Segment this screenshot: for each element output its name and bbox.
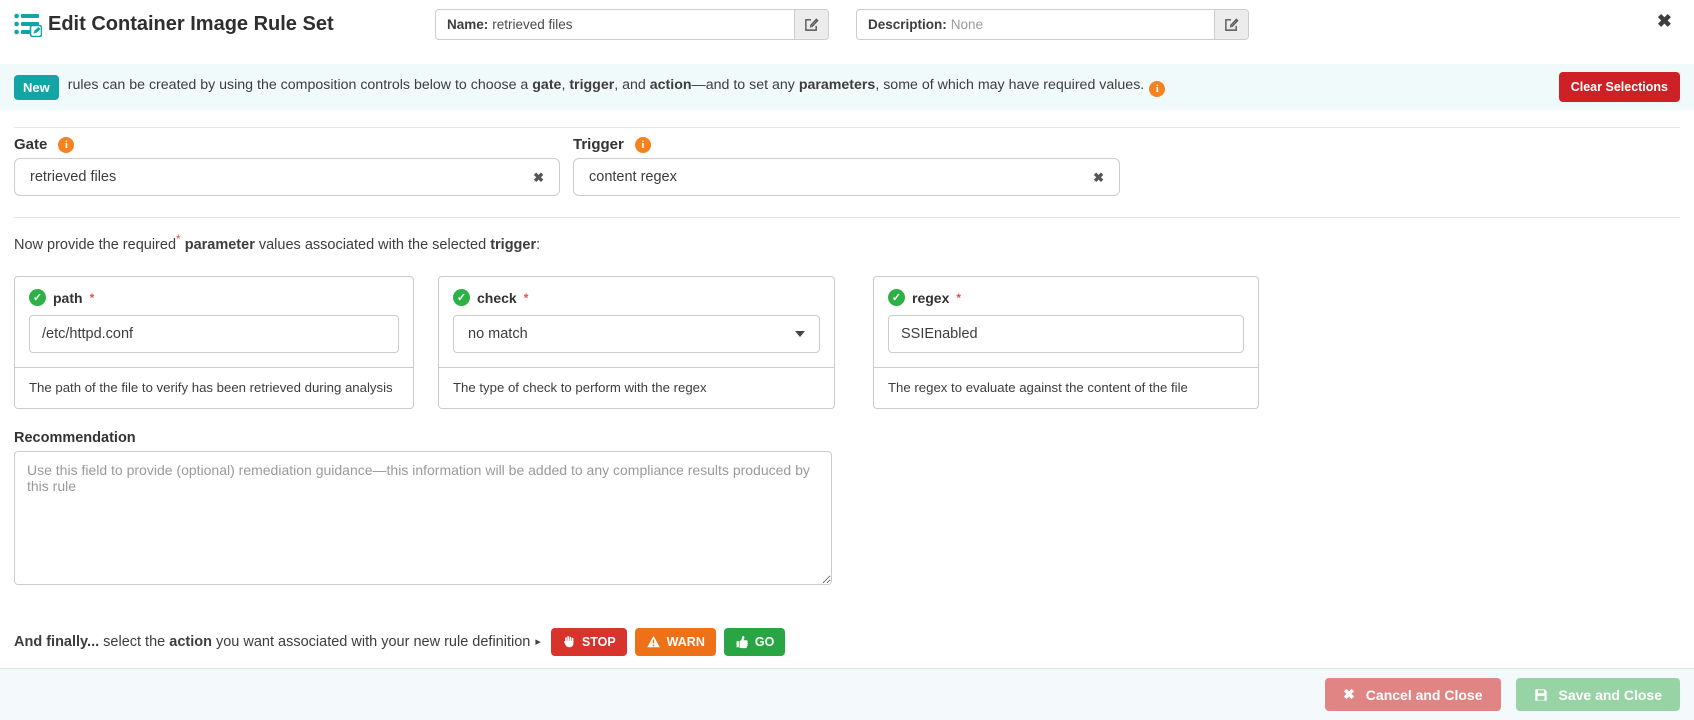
info-icon[interactable]: i	[58, 137, 74, 153]
chevron-down-icon	[795, 331, 805, 337]
check-dropdown-value: no match	[468, 326, 795, 342]
check-circle-icon: ✓	[888, 289, 905, 306]
info-icon[interactable]: i	[635, 137, 651, 153]
save-and-close-button[interactable]: Save and Close	[1516, 678, 1681, 711]
stop-action-button[interactable]: STOP	[551, 628, 627, 656]
warn-action-label: WARN	[667, 635, 705, 649]
parameter-description: The regex to evaluate against the conten…	[874, 367, 1258, 408]
gate-select[interactable]: retrieved files ✖	[14, 158, 560, 196]
check-dropdown[interactable]: no match	[453, 315, 820, 353]
description-field-label: Description:	[868, 17, 947, 32]
check-circle-icon: ✓	[29, 289, 46, 306]
edit-name-button[interactable]	[794, 9, 828, 40]
close-icon[interactable]: ✖	[1657, 12, 1672, 30]
gate-value: retrieved files	[30, 169, 533, 185]
info-icon[interactable]: i	[1149, 81, 1165, 97]
parameter-card-check: ✓ check* no match The type of check to p…	[438, 276, 835, 409]
x-icon: ✖	[1343, 686, 1355, 703]
go-action-label: GO	[755, 635, 774, 649]
parameter-label: regex	[912, 290, 949, 306]
divider	[14, 217, 1680, 218]
cancel-and-close-label: Cancel and Close	[1366, 687, 1483, 703]
name-field-value: retrieved files	[492, 17, 794, 32]
edit-icon	[1224, 17, 1239, 32]
trigger-value: content regex	[589, 169, 1093, 185]
warn-action-button[interactable]: WARN	[635, 628, 716, 656]
parameter-card-header: ✓ check*	[453, 289, 820, 306]
caret-right-icon: ▸	[535, 635, 541, 648]
header: Edit Container Image Rule Set Name: retr…	[0, 0, 1694, 48]
page-title: Edit Container Image Rule Set	[48, 0, 334, 48]
notice-text: rules can be created by using the compos…	[68, 77, 1166, 97]
save-and-close-label: Save and Close	[1559, 687, 1663, 703]
parameter-card-header: ✓ regex*	[888, 289, 1244, 306]
name-field-label: Name:	[447, 17, 488, 32]
action-row: And finally... select the action you wan…	[14, 627, 793, 656]
thumbs-up-icon	[735, 635, 749, 649]
trigger-label: Trigger i	[573, 136, 651, 153]
parameter-card-header: ✓ path*	[29, 289, 399, 306]
stop-action-label: STOP	[582, 635, 616, 649]
parameter-card-path: ✓ path* The path of the file to verify h…	[14, 276, 414, 409]
recommendation-textarea[interactable]	[14, 451, 832, 585]
footer-bar: ✖ Cancel and Close Save and Close	[0, 668, 1694, 720]
parameter-label: path	[53, 290, 83, 306]
save-icon	[1534, 688, 1548, 702]
new-badge: New	[14, 75, 59, 100]
hand-stop-icon	[562, 635, 576, 649]
parameter-label: check	[477, 290, 517, 306]
parameter-description: The type of check to perform with the re…	[439, 367, 834, 408]
check-circle-icon: ✓	[453, 289, 470, 306]
description-field[interactable]: Description: None	[856, 9, 1249, 40]
regex-input[interactable]	[888, 315, 1244, 353]
trigger-select[interactable]: content regex ✖	[573, 158, 1120, 196]
name-field[interactable]: Name: retrieved files	[435, 9, 829, 40]
parameter-card-regex: ✓ regex* The regex to evaluate against t…	[873, 276, 1259, 409]
parameters-intro: Now provide the required* parameter valu…	[14, 237, 540, 253]
required-asterisk: *	[176, 232, 181, 246]
description-field-value: None	[951, 17, 1214, 32]
clear-selections-button[interactable]: Clear Selections	[1559, 72, 1680, 102]
clear-gate-icon[interactable]: ✖	[533, 171, 544, 184]
rule-set-list-edit-icon	[14, 12, 42, 37]
notice-bar: New rules can be created by using the co…	[0, 64, 1694, 110]
path-input[interactable]	[29, 315, 399, 353]
action-intro-text: And finally... select the action you wan…	[14, 634, 530, 650]
go-action-button[interactable]: GO	[724, 628, 785, 656]
clear-trigger-icon[interactable]: ✖	[1093, 171, 1104, 184]
recommendation-label: Recommendation	[14, 430, 136, 446]
parameter-description: The path of the file to verify has been …	[15, 367, 413, 408]
cancel-and-close-button[interactable]: ✖ Cancel and Close	[1325, 678, 1500, 711]
warning-triangle-icon	[646, 635, 661, 649]
edit-description-button[interactable]	[1214, 9, 1248, 40]
edit-icon	[804, 17, 819, 32]
divider	[14, 127, 1680, 128]
gate-label: Gate i	[14, 136, 74, 153]
